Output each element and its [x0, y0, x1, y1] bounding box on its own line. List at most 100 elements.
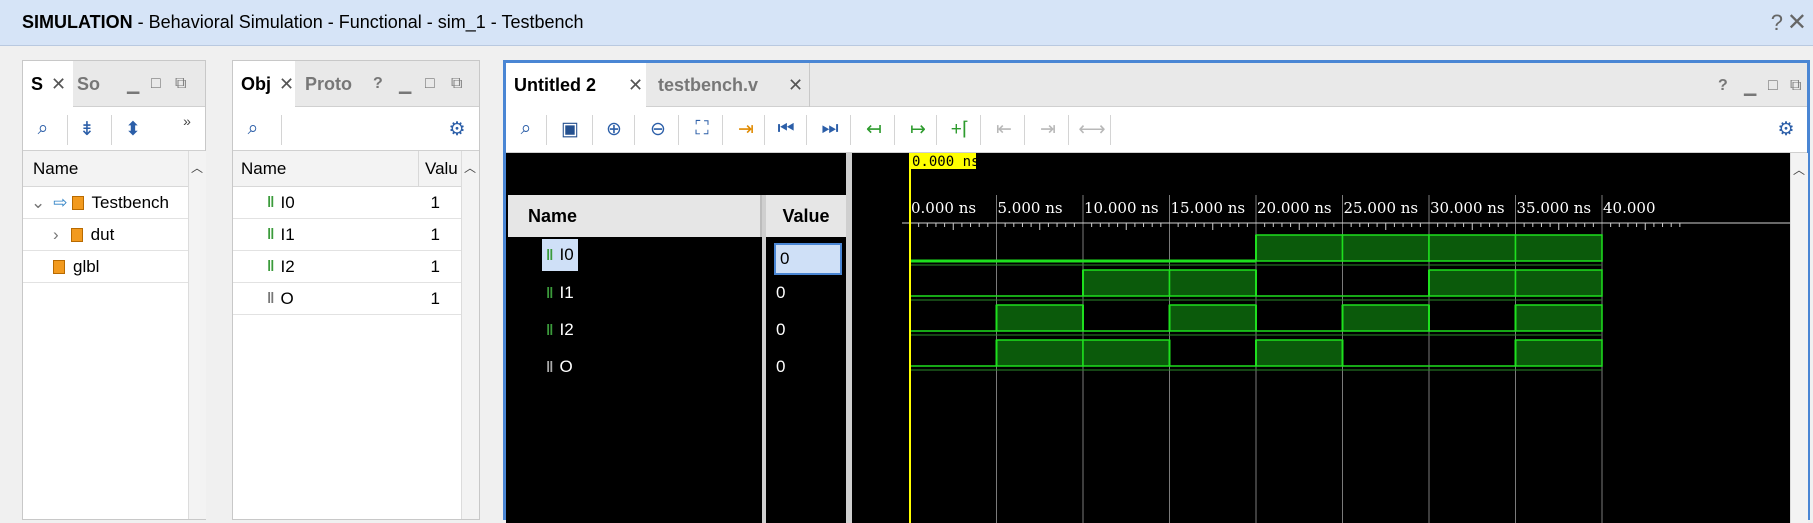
- arrow-right-icon: ⇨: [53, 192, 68, 212]
- maximize-icon[interactable]: □: [151, 75, 161, 93]
- objects-tabbar: Obj ✕ Proto ? ▁ □ ⧉: [233, 61, 479, 107]
- help-icon[interactable]: ?: [373, 75, 383, 93]
- save-icon[interactable]: ▣: [556, 115, 584, 143]
- next-transition-icon[interactable]: ↦: [904, 115, 932, 143]
- wave-row-i0[interactable]: ǁ I0: [542, 239, 764, 271]
- time-tick-label: 35.000 ns: [1517, 199, 1592, 217]
- collapse-all-icon[interactable]: ⇟: [73, 115, 101, 143]
- toolbar-divider: [806, 115, 807, 145]
- waveform-canvas[interactable]: 0.000 ns 0.000 ns 5.000 ns 10.000 ns 15.000 …: [902, 153, 1790, 523]
- zoom-in-icon[interactable]: ⊕: [600, 115, 628, 143]
- waveform-tabbar: Untitled 2 ✕ testbench.v ✕ ? ▁ □ ⧉: [506, 63, 1807, 107]
- minimize-icon[interactable]: ▁: [399, 75, 411, 95]
- float-icon[interactable]: ⧉: [451, 75, 462, 93]
- help-icon[interactable]: ?: [1718, 77, 1728, 95]
- close-tab-icon[interactable]: ✕: [628, 75, 643, 96]
- object-row-i2[interactable]: ǁ I2 1: [233, 251, 461, 283]
- signal-name: I0: [559, 245, 574, 264]
- toolbar-divider: [592, 115, 593, 145]
- tree-item-label: glbl: [73, 256, 100, 276]
- object-row-i1[interactable]: ǁ I1 1: [233, 219, 461, 251]
- go-to-start-icon[interactable]: ⏮: [772, 115, 800, 143]
- wave-value-header[interactable]: Value: [766, 195, 846, 237]
- object-name: O: [280, 288, 294, 308]
- gear-icon[interactable]: ⚙: [1772, 115, 1800, 143]
- wave-row-o[interactable]: ǁO: [546, 351, 573, 383]
- scrollbar[interactable]: ︿: [1790, 153, 1808, 523]
- names-wave-divider[interactable]: [846, 153, 852, 523]
- signal-icon: ǁ: [267, 258, 275, 275]
- wave-row-i1[interactable]: ǁ I1: [546, 277, 574, 309]
- signal-name: O: [559, 357, 573, 376]
- wave-name-header[interactable]: Name: [508, 195, 762, 237]
- chevron-right-icon[interactable]: ›: [53, 225, 59, 245]
- signal-icon: ǁ: [267, 290, 275, 307]
- help-icon[interactable]: ?: [1771, 10, 1783, 36]
- toolbar-divider: [67, 115, 68, 145]
- float-icon[interactable]: ⧉: [175, 75, 186, 93]
- scrollbar[interactable]: ︿: [188, 151, 206, 519]
- wave-row-i2[interactable]: ǁ I2: [546, 314, 574, 346]
- scopes-tabbar: S ✕ So ▁ □ ⧉: [23, 61, 205, 107]
- waveform-toolbar: ⌕ ▣ ⊕ ⊖ ⛶ ⇥ ⏮ ⏭ ↤ ↦ +⌈ ⇤ ⇥ ⟷ ⚙: [506, 107, 1807, 153]
- toolbar-divider: [936, 115, 937, 145]
- wave-segment-high: [1341, 304, 1430, 332]
- minimize-icon[interactable]: ▁: [127, 75, 139, 95]
- time-tick-label: 15.000 ns: [1171, 199, 1246, 217]
- tree-item-glbl[interactable]: glbl: [23, 251, 188, 283]
- expand-all-icon[interactable]: ⬍: [119, 115, 147, 143]
- minimize-icon[interactable]: ▁: [1744, 77, 1756, 97]
- float-icon[interactable]: ⧉: [1790, 77, 1801, 95]
- scopes-column-header[interactable]: Name: [23, 151, 189, 187]
- tab-protocol[interactable]: Proto: [305, 61, 352, 107]
- objects-panel: Obj ✕ Proto ? ▁ □ ⧉ ⌕ ⚙ Name Valu ︿ ǁ I0 1…: [232, 60, 480, 520]
- module-icon: [71, 195, 84, 210]
- add-marker-icon[interactable]: +⌈: [946, 115, 974, 143]
- go-to-end-icon[interactable]: ⏭: [816, 115, 844, 143]
- toolbar-divider: [1110, 115, 1111, 145]
- wave-value-o[interactable]: 0: [776, 351, 785, 383]
- zoom-out-icon[interactable]: ⊖: [644, 115, 672, 143]
- tab-scopes[interactable]: S ✕: [23, 61, 73, 107]
- wave-value-i2[interactable]: 0: [776, 314, 785, 346]
- close-tab-icon[interactable]: ✕: [51, 74, 66, 95]
- close-tab-icon[interactable]: ✕: [279, 74, 294, 95]
- objects-toolbar: ⌕ ⚙: [233, 107, 479, 151]
- wave-value-i1[interactable]: 0: [776, 277, 785, 309]
- tab-testbench-v[interactable]: testbench.v ✕: [650, 63, 810, 107]
- objects-name-header[interactable]: Name: [233, 151, 419, 187]
- toolbar-divider: [722, 115, 723, 145]
- tree-item-testbench[interactable]: ⌄ ⇨ Testbench: [23, 187, 188, 219]
- scopes-toolbar: ⌕ ⇟ ⬍ »: [23, 107, 205, 151]
- previous-transition-icon[interactable]: ↤: [860, 115, 888, 143]
- scrollbar[interactable]: ︿: [461, 151, 479, 519]
- object-row-i0[interactable]: ǁ I0 1: [233, 187, 461, 219]
- object-row-o[interactable]: ǁO 1: [233, 283, 461, 315]
- signal-name: I1: [559, 283, 574, 302]
- maximize-icon[interactable]: □: [425, 75, 435, 93]
- tree-item-dut[interactable]: › dut: [23, 219, 188, 251]
- toolbar-divider: [111, 115, 112, 145]
- toolbar-divider: [980, 115, 981, 145]
- zoom-fit-icon[interactable]: ⛶: [688, 115, 716, 143]
- chevron-down-icon[interactable]: ⌄: [31, 193, 45, 213]
- tab-untitled-2[interactable]: Untitled 2 ✕: [506, 63, 646, 107]
- toolbar-divider: [1068, 115, 1069, 145]
- close-tab-icon[interactable]: ✕: [788, 75, 803, 96]
- objects-value-header[interactable]: Valu: [419, 151, 463, 187]
- wave-segment-high: [1428, 234, 1517, 262]
- close-icon[interactable]: ✕: [1787, 8, 1807, 37]
- module-icon: [70, 227, 83, 242]
- wave-value-i0[interactable]: 0: [774, 243, 842, 275]
- toolbar-divider: [634, 115, 635, 145]
- go-to-cursor-icon[interactable]: ⇥: [732, 115, 760, 143]
- gear-icon[interactable]: ⚙: [443, 115, 471, 143]
- tab-objects[interactable]: Obj ✕: [233, 61, 295, 107]
- search-icon[interactable]: ⌕: [512, 115, 540, 143]
- search-icon[interactable]: ⌕: [239, 115, 267, 143]
- object-name: I2: [280, 256, 295, 276]
- maximize-icon[interactable]: □: [1768, 77, 1778, 95]
- search-icon[interactable]: ⌕: [29, 115, 57, 143]
- tab-sources[interactable]: So: [77, 61, 100, 107]
- more-icon[interactable]: »: [173, 107, 201, 135]
